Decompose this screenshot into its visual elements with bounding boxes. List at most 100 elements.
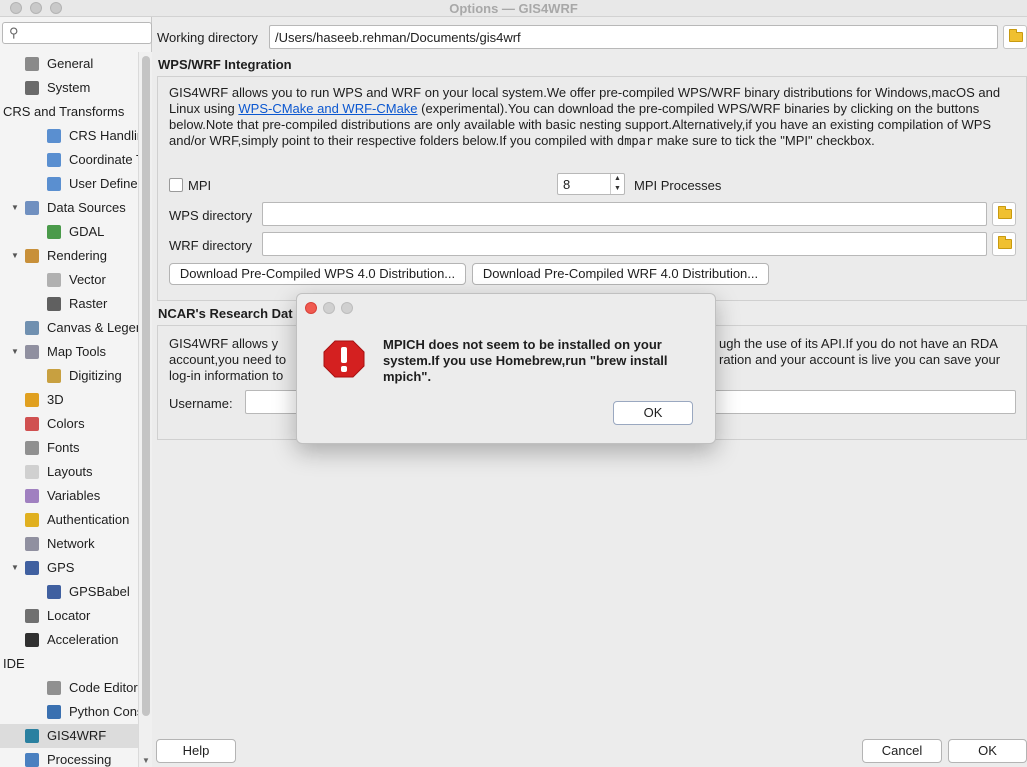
- download-wps-button[interactable]: Download Pre-Compiled WPS 4.0 Distributi…: [169, 263, 466, 285]
- alert-icon: [323, 340, 365, 378]
- sidebar-item-label: General: [47, 56, 94, 71]
- sidebar-item[interactable]: GIS4WRF: [0, 724, 138, 748]
- python-icon: [47, 705, 61, 719]
- ncar-section-title: NCAR's Research Dat: [158, 306, 293, 321]
- close-dialog-button[interactable]: [305, 302, 317, 314]
- sidebar-item[interactable]: Fonts: [0, 436, 138, 460]
- sidebar-item-label: Python Console: [69, 704, 138, 719]
- sidebar-item[interactable]: User Defined CRS: [0, 172, 138, 196]
- sidebar-item[interactable]: Vector: [0, 268, 138, 292]
- sidebar-item[interactable]: Raster: [0, 292, 138, 316]
- wps-directory-input[interactable]: [262, 202, 987, 226]
- sidebar-item-label: Layouts: [47, 464, 93, 479]
- expand-arrow-icon[interactable]: ▼: [11, 196, 19, 220]
- sidebar-item[interactable]: GDAL: [0, 220, 138, 244]
- zoom-dialog-button: [341, 302, 353, 314]
- map-tools-icon: [25, 345, 39, 359]
- wps-text-3: make sure to tick the "MPI" checkbox.: [653, 133, 875, 148]
- sidebar-item[interactable]: ▼ Data Sources: [0, 196, 138, 220]
- globe-icon: [47, 177, 61, 191]
- expand-arrow-icon[interactable]: ▼: [11, 556, 19, 580]
- sidebar-item-label: GPS: [47, 560, 75, 575]
- folder-icon: [1009, 29, 1023, 42]
- gps-icon: [25, 561, 39, 575]
- sidebar-item[interactable]: ▼CRS and Transforms: [0, 100, 138, 124]
- expand-arrow-icon[interactable]: ▼: [11, 340, 19, 364]
- scrollbar-thumb[interactable]: [142, 56, 150, 716]
- wps-group: GIS4WRF allows you to run WPS and WRF on…: [157, 76, 1027, 301]
- search-icon: [25, 609, 39, 623]
- expand-arrow-icon[interactable]: ▼: [11, 244, 19, 268]
- sidebar-item-label: Coordinate Transforms: [69, 152, 138, 167]
- sidebar-item[interactable]: Python Console: [0, 700, 138, 724]
- ncar-text-a: GIS4WRF allows y: [169, 336, 279, 351]
- sidebar-item-label: CRS and Transforms: [3, 104, 125, 119]
- sidebar-item-label: User Defined CRS: [69, 176, 138, 191]
- sidebar-item[interactable]: GPSBabel: [0, 580, 138, 604]
- sidebar-item-label: Raster: [69, 296, 108, 311]
- raster-icon: [47, 297, 61, 311]
- sidebar-item[interactable]: ▼ Map Tools: [0, 340, 138, 364]
- mpich-alert-dialog: MPICH does not seem to be installed on y…: [296, 293, 716, 444]
- sidebar-item-label: IDE: [3, 656, 25, 671]
- mpi-processes-spinbox[interactable]: 8 ▲ ▼: [557, 173, 625, 195]
- sidebar-item[interactable]: ▼IDE: [0, 652, 138, 676]
- chip-icon: [25, 633, 39, 647]
- sidebar-item[interactable]: Code Editor: [0, 676, 138, 700]
- sidebar-item[interactable]: Processing: [0, 748, 138, 767]
- sidebar-item-label: Digitizing: [69, 368, 122, 383]
- sidebar-item[interactable]: 3D: [0, 388, 138, 412]
- ncar-text-e: log-in information to: [169, 368, 284, 383]
- sidebar-item-label: GDAL: [69, 224, 105, 239]
- wps-directory-label: WPS directory: [169, 208, 253, 223]
- sidebar-item[interactable]: Acceleration: [0, 628, 138, 652]
- sidebar-item[interactable]: CRS Handling: [0, 124, 138, 148]
- sidebar-item-label: Processing: [47, 752, 112, 767]
- sidebar-item[interactable]: Digitizing: [0, 364, 138, 388]
- sidebar-item[interactable]: Colors: [0, 412, 138, 436]
- sidebar-item[interactable]: Locator: [0, 604, 138, 628]
- sidebar-item[interactable]: System: [0, 76, 138, 100]
- sidebar-item[interactable]: Layouts: [0, 460, 138, 484]
- browse-working-directory-button[interactable]: [1003, 25, 1027, 49]
- window-title: Options — GIS4WRF: [449, 1, 578, 16]
- options-tree: GeneralSystem▼CRS and TransformsCRS Hand…: [0, 52, 138, 767]
- code-icon: [47, 681, 61, 695]
- ncar-text-d: ration and your account is live you can …: [719, 352, 1001, 367]
- mpi-processes-label: MPI Processes: [634, 178, 722, 193]
- cancel-button[interactable]: Cancel: [862, 739, 942, 763]
- dialog-ok-button[interactable]: OK: [613, 401, 693, 425]
- sidebar-item[interactable]: General: [0, 52, 138, 76]
- ok-button[interactable]: OK: [948, 739, 1027, 763]
- working-directory-input[interactable]: /Users/haseeb.rehman/Documents/gis4wrf: [269, 25, 998, 49]
- wrf-directory-input[interactable]: [262, 232, 987, 256]
- dialog-message: MPICH does not seem to be installed on y…: [383, 337, 668, 384]
- sidebar-item[interactable]: Canvas & Legend: [0, 316, 138, 340]
- sidebar-item[interactable]: Authentication: [0, 508, 138, 532]
- working-directory-label: Working directory: [157, 30, 258, 45]
- mpi-label: MPI: [188, 178, 212, 193]
- dmpar-code: dmpar: [616, 134, 654, 148]
- sidebar-item-label: System: [47, 80, 91, 95]
- sidebar-item-label: Rendering: [47, 248, 107, 263]
- search-input[interactable]: ⚲: [2, 22, 152, 44]
- sidebar-item-label: Vector: [69, 272, 106, 287]
- help-button[interactable]: Help: [156, 739, 236, 763]
- wps-cmake-link[interactable]: WPS-CMake and WRF-CMake: [238, 101, 417, 116]
- download-wrf-button[interactable]: Download Pre-Compiled WRF 4.0 Distributi…: [472, 263, 769, 285]
- sidebar-item[interactable]: Network: [0, 532, 138, 556]
- scroll-down-icon[interactable]: ▼: [142, 756, 150, 765]
- mpi-checkbox[interactable]: [169, 178, 183, 192]
- sidebar-item[interactable]: Coordinate Transforms: [0, 148, 138, 172]
- wrf-directory-label: WRF directory: [169, 238, 253, 253]
- browse-wrf-directory-button[interactable]: [992, 232, 1016, 256]
- sidebar-item-label: Colors: [47, 416, 85, 431]
- sidebar-item-label: Code Editor: [69, 680, 138, 695]
- spin-arrows-icon[interactable]: ▲ ▼: [610, 174, 624, 194]
- browse-wps-directory-button[interactable]: [992, 202, 1016, 226]
- sidebar-item[interactable]: ▼ Rendering: [0, 244, 138, 268]
- mpi-processes-value: 8: [563, 177, 571, 192]
- sidebar-scrollbar[interactable]: ▼: [138, 52, 152, 767]
- sidebar-item[interactable]: ▼ GPS: [0, 556, 138, 580]
- sidebar-item[interactable]: Variables: [0, 484, 138, 508]
